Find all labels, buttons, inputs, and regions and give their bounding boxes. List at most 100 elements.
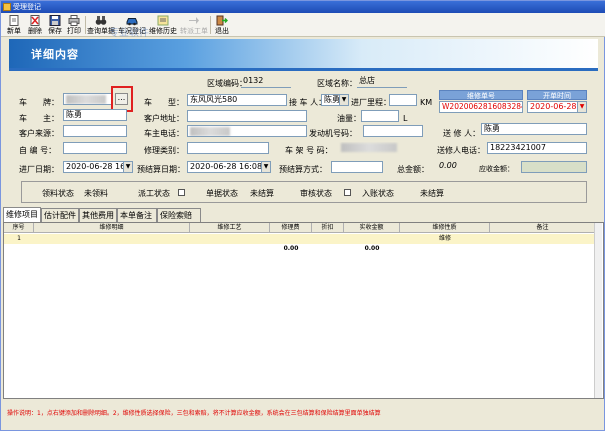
area-name-label: 区域名称：	[317, 79, 357, 88]
mileage-field[interactable]	[389, 94, 417, 106]
column-header[interactable]: 维修明细	[34, 223, 190, 233]
owner-phone-label: 车主电话：	[144, 129, 184, 138]
material-status-value: 未领料	[84, 189, 108, 198]
total-label: 总金额：	[397, 165, 429, 174]
mileage-unit: KM	[420, 98, 433, 107]
column-header[interactable]: 维修工艺	[190, 223, 270, 233]
address-label: 客户地址：	[144, 114, 184, 123]
audit-status-label: 审核状态	[300, 189, 332, 198]
app-icon	[3, 3, 11, 11]
repair-type-field[interactable]	[187, 142, 269, 154]
tab-bill-notes[interactable]: 本单备注	[117, 208, 157, 222]
plate-redacted	[66, 95, 106, 104]
account-status-value: 未结算	[420, 189, 444, 198]
window-title: 受理登记	[13, 3, 41, 11]
sender-phone-field[interactable]: 18223421007	[487, 142, 587, 154]
column-header[interactable]: 备注	[490, 223, 596, 233]
history-icon	[157, 15, 169, 26]
self-no-label: 自 编 号：	[19, 146, 57, 155]
sender-field[interactable]: 陈勇	[481, 123, 587, 135]
row-nature[interactable]: 维修	[400, 234, 490, 244]
new-button[interactable]: 新单	[4, 14, 24, 36]
column-header[interactable]: 折扣	[312, 223, 344, 233]
engine-field[interactable]	[363, 125, 423, 137]
owner-label: 车 主：	[19, 114, 59, 123]
start-time-header: 开单时间	[527, 90, 587, 100]
entry-date-select[interactable]: 2020-06-28 16:0 ▼	[63, 161, 133, 173]
model-field[interactable]: 东风风光580	[187, 94, 287, 106]
delete-icon	[29, 15, 41, 26]
tab-other-fees[interactable]: 其他费用	[79, 208, 117, 222]
detail-banner: 详细内容	[9, 39, 598, 71]
column-header[interactable]: 修理费	[270, 223, 312, 233]
settle-method-label: 预结算方式：	[279, 165, 327, 174]
entry-date-label: 进厂日期：	[19, 165, 59, 174]
settle-date-select[interactable]: 2020-06-28 16:08 ▼	[187, 161, 271, 173]
print-button[interactable]: 打印	[65, 14, 83, 36]
vertical-scrollbar[interactable]	[594, 223, 602, 398]
dispatch-status-label: 派工状态	[138, 189, 170, 198]
tab-insurance-claim[interactable]: 保险索赔	[157, 208, 201, 222]
area-name-field[interactable]: 总店	[357, 76, 407, 88]
plate-field[interactable]	[63, 93, 113, 105]
new-doc-icon	[8, 15, 20, 26]
chevron-down-icon[interactable]: ▼	[261, 162, 270, 172]
model-label: 车 型：	[144, 98, 184, 107]
start-time-select[interactable]: 2020-06-28 ▼	[527, 101, 587, 113]
source-field[interactable]	[63, 125, 127, 137]
area-code-field[interactable]: 0132	[241, 76, 291, 88]
chevron-down-icon[interactable]: ▼	[339, 95, 348, 105]
repair-items-table[interactable]: 序号 维修明细 维修工艺 修理费 折扣 实收金额 维修性质 备注 1 维修 0.…	[3, 222, 604, 399]
chevron-down-icon[interactable]: ▼	[123, 162, 132, 172]
repair-type-label: 修理类别：	[144, 146, 184, 155]
row-number: 1	[17, 235, 21, 242]
settle-date-label: 预结算日期：	[137, 165, 185, 174]
receiver-select[interactable]: 陈勇 ▼	[321, 94, 349, 106]
receivable-label: 应收金额：	[479, 165, 514, 173]
account-status-label: 入账状态	[362, 189, 394, 198]
tab-repair-items[interactable]: 维修项目	[3, 207, 41, 222]
dispatch-checkbox[interactable]	[178, 189, 185, 196]
status-panel: 领料状态 未领料 派工状态 单据状态 未结算 审核状态 入账状态 未结算	[21, 181, 587, 203]
column-header[interactable]: 序号	[4, 223, 34, 233]
table-row[interactable]: 1 维修	[4, 234, 596, 244]
plate-label: 车 牌：	[19, 98, 59, 107]
fuel-field[interactable]	[361, 110, 399, 122]
save-button[interactable]: 保存	[46, 14, 64, 36]
source-label: 客户来源：	[19, 129, 59, 138]
vin-field[interactable]	[339, 142, 423, 154]
vin-redacted	[341, 143, 397, 152]
engine-label: 发动机号码：	[309, 129, 357, 138]
toolbar: 新单 删除 保存 打印 查询单据 车况登记 维修历史 转派工单 退出	[1, 13, 605, 37]
delete-button[interactable]: 删除	[25, 14, 45, 36]
toolbar-separator	[210, 16, 211, 34]
audit-checkbox[interactable]	[344, 189, 351, 196]
self-no-field[interactable]	[63, 142, 127, 154]
receivable-field	[521, 161, 587, 173]
transfer-order-button[interactable]: 转派工单	[179, 14, 209, 36]
tab-estimated-parts[interactable]: 估计配件	[41, 208, 79, 222]
binoculars-icon	[95, 15, 107, 26]
mileage-label: 进厂里程：	[351, 98, 391, 107]
repair-history-button[interactable]: 维修历史	[148, 14, 178, 36]
owner-field[interactable]: 陈勇	[63, 109, 127, 121]
address-field[interactable]	[187, 110, 307, 122]
bill-status-label: 单据状态	[206, 189, 238, 198]
banner-title: 详细内容	[31, 48, 79, 61]
watermark-text: 专业软件	[109, 28, 149, 39]
repair-no-field[interactable]: W202006281608328400	[439, 101, 523, 113]
transfer-icon	[188, 15, 200, 26]
total-fee: 0.00	[283, 245, 299, 252]
chevron-down-icon[interactable]: ▼	[577, 102, 586, 112]
owner-phone-field[interactable]	[187, 125, 307, 137]
column-header[interactable]: 实收金额	[344, 223, 400, 233]
sender-phone-label: 送修人电话：	[437, 146, 485, 155]
title-bar: 受理登记	[1, 1, 605, 13]
sender-label: 送 修 人：	[443, 129, 481, 138]
column-header[interactable]: 维修性质	[400, 223, 490, 233]
save-icon	[49, 15, 61, 26]
vin-label: 车 架 号 码：	[285, 146, 333, 155]
settle-method-field[interactable]	[331, 161, 383, 173]
fuel-label: 油量：	[337, 114, 361, 123]
exit-button[interactable]: 退出	[212, 14, 232, 36]
